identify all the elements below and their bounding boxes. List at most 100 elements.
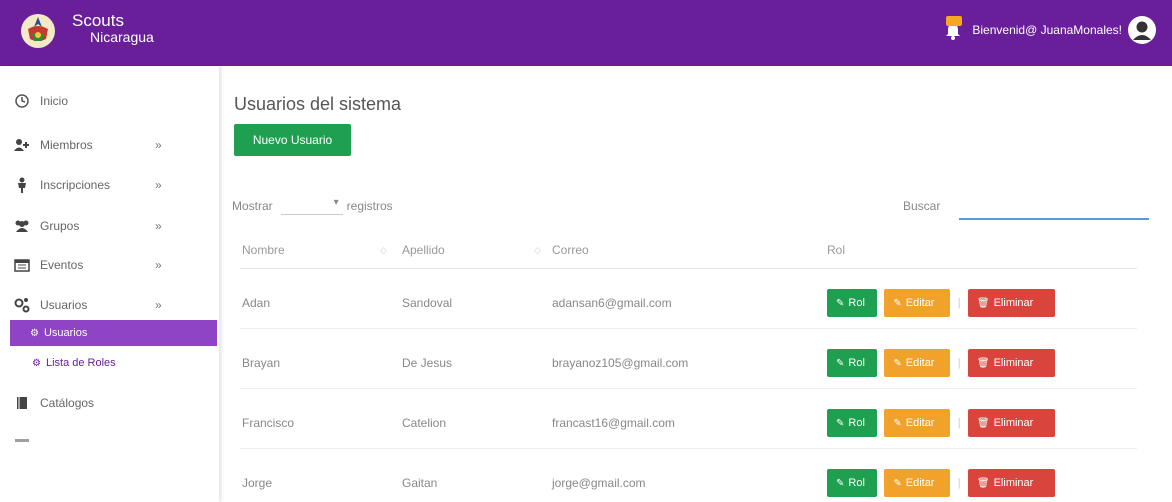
cell-nombre: Francisco: [240, 388, 402, 449]
role-button-label: Rol: [848, 417, 865, 429]
sidebar-item-inicio[interactable]: Inicio: [0, 86, 219, 116]
cell-correo: jorge@gmail.com: [552, 448, 827, 502]
list-icon: [14, 435, 30, 451]
cell-actions: ✎ Rol ✎ Editar | 🗑 Eliminar: [827, 268, 1137, 329]
sidebar-item-miembros[interactable]: Miembros »: [0, 130, 219, 160]
delete-button-label: Eliminar: [993, 357, 1034, 369]
sort-icon: ◇: [534, 245, 541, 255]
column-header-rol[interactable]: Rol: [827, 232, 1137, 269]
column-header-nombre[interactable]: Nombre ◇: [240, 232, 402, 269]
column-header-apellido[interactable]: Apellido ◇: [402, 232, 552, 269]
edit-icon: ✎: [893, 417, 902, 429]
search-input[interactable]: [959, 194, 1149, 220]
sidebar-subitem-usuarios[interactable]: ⚙ Usuarios: [10, 320, 217, 346]
delete-button[interactable]: 🗑 Eliminar: [967, 349, 1055, 377]
chevron-right-icon: »: [155, 298, 162, 312]
table-row: Brayan De Jesus brayanoz105@gmail.com ✎ R…: [240, 328, 1137, 389]
sidebar-item-label: Miembros: [40, 138, 93, 152]
role-button[interactable]: ✎ Rol: [827, 469, 877, 497]
sidebar-item-inscripciones[interactable]: Inscripciones »: [0, 170, 219, 200]
cell-actions: ✎ Rol ✎ Editar | 🗑 Eliminar: [827, 328, 1137, 389]
sidebar-item-label: Grupos: [40, 219, 80, 233]
scouts-logo-icon: [18, 11, 58, 51]
edit-icon: ✎: [836, 357, 845, 369]
table-row: Francisco Catelion francast16@gmail.com …: [240, 388, 1137, 449]
separator: |: [957, 476, 961, 489]
cell-nombre: Adan: [240, 268, 402, 329]
group-icon: [14, 218, 30, 234]
table-row: Jorge Gaitan jorge@gmail.com ✎ Rol ✎ Edita…: [240, 448, 1137, 502]
edit-button-label: Editar: [905, 297, 935, 309]
sidebar-subitem-label: Lista de Roles: [45, 357, 116, 369]
cell-nombre: Brayan: [240, 328, 402, 389]
users-table: Nombre ◇ Apellido ◇ Correo Rol Adan Sandov…: [240, 232, 1137, 502]
sidebar-item-usuarios[interactable]: Usuarios »: [0, 290, 219, 320]
sidebar: Inicio Miembros » Inscripciones » Grupos…: [0, 66, 219, 502]
table-header-row: Nombre ◇ Apellido ◇ Correo Rol: [240, 232, 1137, 269]
sidebar-item-label: Inscripciones: [40, 178, 111, 192]
brand-title: Scouts: [72, 11, 124, 30]
delete-button-label: Eliminar: [993, 417, 1034, 429]
edit-icon: ✎: [893, 477, 902, 489]
notification-bell-icon[interactable]: [942, 16, 964, 42]
sidebar-item-label: Catálogos: [40, 396, 95, 410]
delete-button-label: Eliminar: [993, 477, 1034, 489]
edit-button[interactable]: ✎ Editar: [884, 349, 951, 377]
sidebar-item-truncated[interactable]: [0, 428, 219, 458]
role-button[interactable]: ✎ Rol: [827, 409, 877, 437]
edit-button[interactable]: ✎ Editar: [884, 289, 951, 317]
person-icon: [14, 177, 30, 193]
page-length-select[interactable]: ▾: [280, 197, 343, 215]
role-button-label: Rol: [848, 477, 865, 489]
trash-icon: 🗑: [976, 357, 990, 369]
delete-button[interactable]: 🗑 Eliminar: [967, 289, 1055, 317]
gears-icon: [14, 297, 30, 313]
trash-icon: 🗑: [976, 417, 990, 429]
records-label: registros: [346, 199, 393, 213]
delete-button[interactable]: 🗑 Eliminar: [967, 469, 1055, 497]
new-user-button[interactable]: Nuevo Usuario: [234, 124, 351, 156]
chevron-right-icon: »: [155, 258, 162, 272]
edit-icon: ✎: [836, 297, 845, 309]
main-content: Usuarios del sistema Nuevo Usuario Mostr…: [232, 66, 1162, 502]
role-button[interactable]: ✎ Rol: [827, 349, 877, 377]
chevron-right-icon: »: [155, 138, 162, 152]
cell-apellido: Sandoval: [402, 268, 552, 329]
avatar[interactable]: [1128, 16, 1156, 44]
edit-icon: ✎: [893, 297, 902, 309]
edit-button-label: Editar: [905, 477, 935, 489]
trash-icon: 🗑: [976, 477, 990, 489]
clock-icon: [14, 93, 30, 109]
cell-apellido: Catelion: [402, 388, 552, 449]
cell-apellido: De Jesus: [402, 328, 552, 389]
edit-button-label: Editar: [905, 417, 935, 429]
sidebar-item-catalogos[interactable]: Catálogos: [0, 388, 219, 418]
sidebar-subitem-lista-de-roles[interactable]: ⚙ Lista de Roles: [12, 350, 219, 376]
role-button[interactable]: ✎ Rol: [827, 289, 877, 317]
sidebar-item-label: Eventos: [40, 258, 84, 272]
cell-apellido: Gaitan: [402, 448, 552, 502]
user-plus-icon: [14, 137, 30, 153]
delete-button[interactable]: 🗑 Eliminar: [967, 409, 1055, 437]
edit-button-label: Editar: [905, 357, 935, 369]
sidebar-item-eventos[interactable]: Eventos »: [0, 250, 219, 280]
edit-button[interactable]: ✎ Editar: [884, 469, 951, 497]
cell-correo: adansan6@gmail.com: [552, 268, 827, 329]
cell-actions: ✎ Rol ✎ Editar | 🗑 Eliminar: [827, 388, 1137, 449]
calendar-icon: [14, 257, 30, 273]
notification-badge: [946, 16, 963, 26]
edit-icon: ✎: [893, 357, 902, 369]
brand-subtitle: Nicaragua: [90, 29, 154, 45]
sidebar-item-grupos[interactable]: Grupos »: [0, 211, 219, 241]
column-header-correo[interactable]: Correo: [552, 232, 827, 269]
separator: |: [957, 416, 961, 429]
cell-correo: francast16@gmail.com: [552, 388, 827, 449]
edit-button[interactable]: ✎ Editar: [884, 409, 951, 437]
edit-icon: ✎: [836, 477, 845, 489]
gear-icon: ⚙: [30, 327, 39, 339]
brand[interactable]: Scouts Nicaragua: [18, 11, 154, 51]
sidebar-item-label: Inicio: [40, 94, 69, 108]
user-menu[interactable]: Bienvenid@ JuanaMonales!: [942, 16, 1156, 44]
page-title: Usuarios del sistema: [234, 94, 402, 114]
chevron-right-icon: »: [155, 178, 162, 192]
